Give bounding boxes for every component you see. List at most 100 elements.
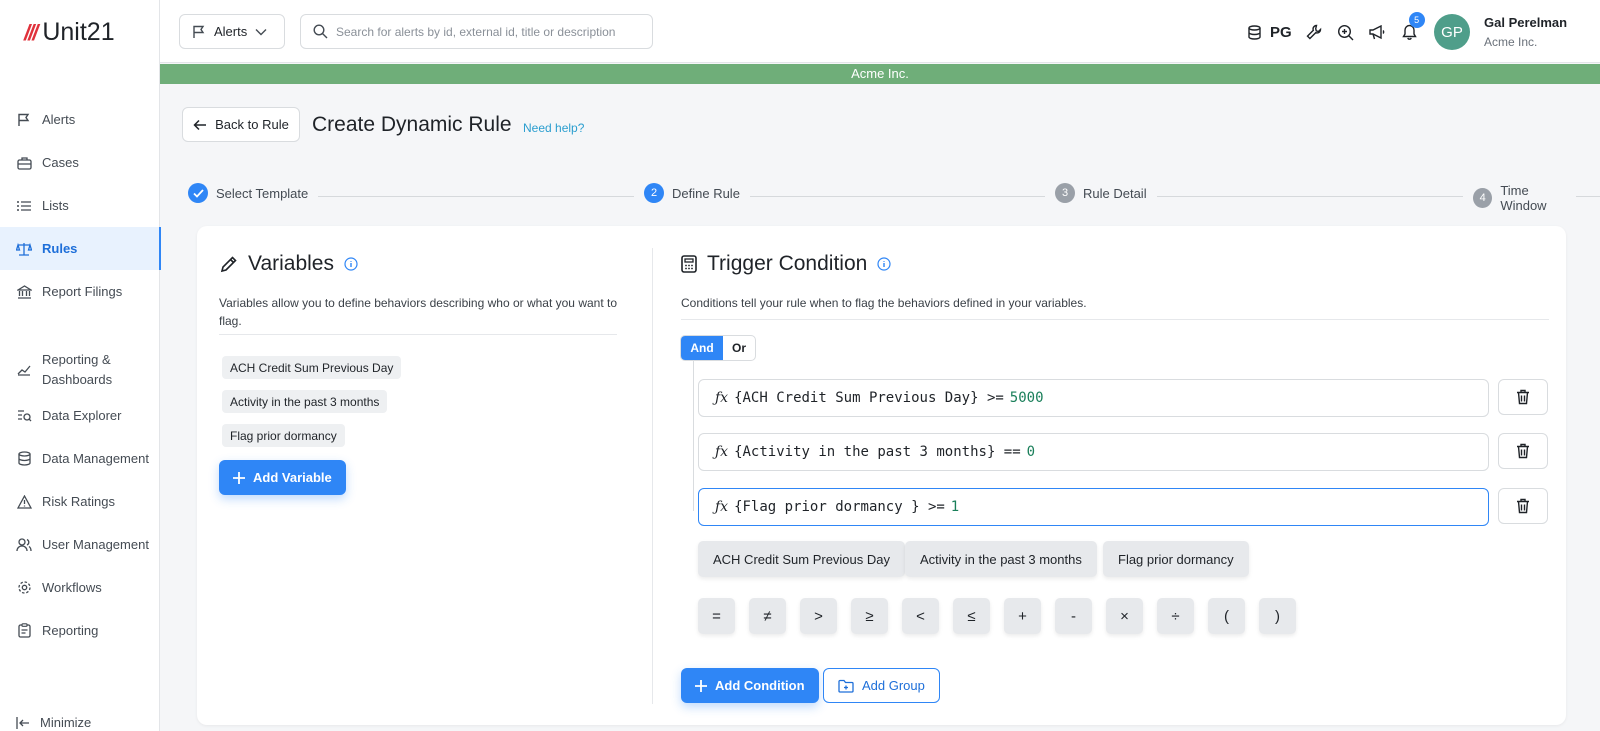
minimize-label: Minimize xyxy=(40,715,92,730)
sidebar-item-data-management[interactable]: Data Management xyxy=(0,437,160,480)
operator-button[interactable]: + xyxy=(1004,598,1041,634)
sidebar-item-alerts[interactable]: Alerts xyxy=(0,98,160,141)
flag-icon xyxy=(192,25,206,39)
operator-button[interactable]: ÷ xyxy=(1157,598,1194,634)
operator-button[interactable]: ) xyxy=(1259,598,1296,634)
function-icon: ƒx xyxy=(715,390,729,406)
info-icon[interactable] xyxy=(877,257,891,271)
bank-icon xyxy=(16,284,32,300)
step-label: Select Template xyxy=(216,185,309,201)
and-toggle-button[interactable]: And xyxy=(681,336,723,360)
calculator-icon xyxy=(681,255,697,273)
operator-button[interactable]: ≤ xyxy=(953,598,990,634)
sidebar-item-data-explorer[interactable]: Data Explorer xyxy=(0,394,160,437)
sidebar-item-label: User Management xyxy=(42,537,149,552)
ruler-pencil-icon xyxy=(220,255,238,273)
function-icon: ƒx xyxy=(715,444,729,460)
step-number: 2 xyxy=(644,183,664,203)
sidebar-item-workflows[interactable]: Workflows xyxy=(0,566,160,609)
add-variable-button[interactable]: Add Variable xyxy=(219,460,346,495)
sidebar-item-lists[interactable]: Lists xyxy=(0,184,160,227)
app-logo[interactable]: /// Unit21 xyxy=(24,18,115,47)
operator-button[interactable]: < xyxy=(902,598,939,634)
trigger-description: Conditions tell your rule when to flag t… xyxy=(681,296,1087,310)
operator-button[interactable]: × xyxy=(1106,598,1143,634)
user-name[interactable]: Gal Perelman xyxy=(1484,15,1567,30)
step-time-window[interactable]: 4 Time Window xyxy=(1463,183,1576,213)
add-condition-button[interactable]: Add Condition xyxy=(681,668,819,703)
sidebar-item-user-management[interactable]: User Management xyxy=(0,523,160,566)
insert-variable-chip[interactable]: ACH Credit Sum Previous Day xyxy=(698,541,905,577)
back-button-label: Back to Rule xyxy=(215,117,289,132)
database-icon xyxy=(16,451,32,467)
megaphone-icon[interactable] xyxy=(1362,20,1394,44)
delete-condition-button[interactable] xyxy=(1498,433,1548,469)
trigger-divider xyxy=(681,319,1549,320)
add-group-button[interactable]: Add Group xyxy=(823,668,940,703)
page-title: Create Dynamic Rule xyxy=(312,113,512,136)
search-scope-dropdown[interactable]: Alerts xyxy=(179,14,285,49)
database-icon[interactable] xyxy=(1238,20,1270,44)
trash-icon xyxy=(1516,498,1530,514)
variable-chip[interactable]: ACH Credit Sum Previous Day xyxy=(222,356,402,379)
condition-value: 5000 xyxy=(1009,390,1044,406)
trash-icon xyxy=(1516,443,1530,459)
chevron-down-icon xyxy=(255,28,267,36)
operator-button[interactable]: > xyxy=(800,598,837,634)
step-define-rule[interactable]: 2 Define Rule xyxy=(634,183,750,203)
sidebar-item-label: Data Management xyxy=(42,451,149,466)
sidebar-item-reporting-dashboards[interactable]: Reporting & Dashboards xyxy=(0,346,160,394)
zoom-search-icon[interactable] xyxy=(1330,20,1362,44)
condition-input[interactable]: ƒx {ACH Credit Sum Previous Day} >= 5000 xyxy=(698,379,1489,417)
step-rule-detail[interactable]: 3 Rule Detail xyxy=(1045,183,1157,203)
insert-variable-chip[interactable]: Activity in the past 3 months xyxy=(905,541,1097,577)
logo-text: Unit21 xyxy=(42,18,115,46)
environment-label[interactable]: PG xyxy=(1270,24,1292,41)
operator-button[interactable]: = xyxy=(698,598,735,634)
stepper: Select Template 2 Define Rule 3 Rule Det… xyxy=(188,183,1600,213)
sidebar-item-rules[interactable]: Rules xyxy=(0,227,161,270)
search-icon xyxy=(313,24,328,39)
avatar[interactable]: GP xyxy=(1434,14,1470,50)
step-label: Define Rule xyxy=(672,185,740,201)
operator-button[interactable]: ≠ xyxy=(749,598,786,634)
search-input[interactable] xyxy=(336,24,636,39)
sidebar-item-label: Risk Ratings xyxy=(42,494,115,509)
operator-button[interactable]: ≥ xyxy=(851,598,888,634)
sidebar-item-cases[interactable]: Cases xyxy=(0,141,160,184)
operator-button[interactable]: - xyxy=(1055,598,1092,634)
sidebar-item-label: Cases xyxy=(42,155,79,170)
sidebar-item-label: Lists xyxy=(42,198,69,213)
trash-icon xyxy=(1516,389,1530,405)
or-toggle-button[interactable]: Or xyxy=(723,336,755,360)
add-group-label: Add Group xyxy=(862,678,925,693)
condition-expression: {Activity in the past 3 months} == xyxy=(734,444,1021,460)
wrench-icon[interactable] xyxy=(1298,20,1330,44)
users-icon xyxy=(16,537,32,553)
bell-icon[interactable]: 5 xyxy=(1394,12,1426,44)
condition-input[interactable]: ƒx {Flag prior dormancy } >= 1 xyxy=(698,488,1489,526)
step-select-template[interactable]: Select Template xyxy=(188,183,319,203)
notification-count-badge: 5 xyxy=(1408,12,1425,28)
back-to-rule-button[interactable]: Back to Rule xyxy=(182,107,300,142)
variables-description: Variables allow you to define behaviors … xyxy=(219,296,618,328)
insert-variable-chip[interactable]: Flag prior dormancy xyxy=(1103,541,1249,577)
column-divider xyxy=(652,248,653,704)
sidebar-item-risk-ratings[interactable]: Risk Ratings xyxy=(0,480,160,523)
variable-chip[interactable]: Activity in the past 3 months xyxy=(222,390,388,413)
delete-condition-button[interactable] xyxy=(1498,488,1548,524)
variable-chip[interactable]: Flag prior dormancy xyxy=(222,424,345,447)
sidebar-item-label: Alerts xyxy=(42,112,76,127)
sidebar-item-reporting[interactable]: Reporting xyxy=(0,609,160,652)
operator-button[interactable]: ( xyxy=(1208,598,1245,634)
sidebar-item-label: Reporting & Dashboards xyxy=(42,352,113,387)
info-icon[interactable] xyxy=(344,257,358,271)
minimize-button[interactable]: Minimize xyxy=(16,715,91,730)
add-variable-label: Add Variable xyxy=(253,470,332,485)
delete-condition-button[interactable] xyxy=(1498,379,1548,415)
step-number: 3 xyxy=(1055,183,1075,203)
condition-input[interactable]: ƒx {Activity in the past 3 months} == 0 xyxy=(698,433,1489,471)
need-help-link[interactable]: Need help? xyxy=(523,121,584,135)
sidebar-item-report-filings[interactable]: Report Filings xyxy=(0,270,160,313)
